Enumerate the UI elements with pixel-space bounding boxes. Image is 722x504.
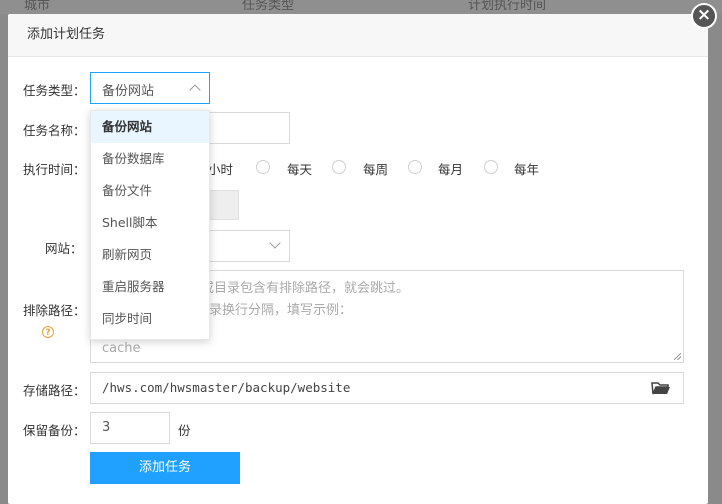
dropdown-option-shell-script[interactable]: Shell脚本: [91, 207, 209, 239]
dropdown-option-refresh-page[interactable]: 刷新网页: [91, 239, 209, 271]
radio-weekly[interactable]: [332, 160, 346, 174]
exclude-hint-line-2: 录换行分隔，填写示例：: [209, 303, 353, 318]
radio-monthly[interactable]: [408, 160, 422, 174]
background-table-header: 城市 任务类型 计划执行时间: [0, 0, 722, 14]
task-type-label: 任务类型：: [23, 83, 86, 98]
folder-open-icon[interactable]: [651, 381, 671, 396]
exec-time-label: 执行时间：: [23, 162, 86, 177]
dialog-title: 添加计划任务: [8, 14, 708, 57]
add-task-dialog: 添加计划任务 任务类型： 备份网站 任务名称： 执行时间： 小时 每天 每周 每…: [8, 14, 708, 504]
exclude-hint-line-1: 或目录包含有排除路径，就会跳过。: [201, 281, 410, 296]
storage-path-input[interactable]: /hws.com/hwsmaster/backup/website: [90, 372, 684, 404]
radio-yearly[interactable]: [484, 160, 498, 174]
chevron-down-icon: [269, 237, 281, 249]
keep-backups-unit: 份: [178, 423, 191, 438]
exclude-path-label: 排除路径：: [23, 303, 86, 318]
bg-col-city: 城市: [24, 0, 51, 13]
bg-col-schedule: 计划执行时间: [468, 0, 547, 13]
dropdown-option-sync-time[interactable]: 同步时间: [91, 303, 209, 335]
time-option-monthly-label: 每月: [438, 162, 464, 177]
resize-grip-icon[interactable]: [674, 353, 681, 360]
keep-backups-label: 保留备份：: [23, 423, 86, 438]
dropdown-option-backup-db[interactable]: 备份数据库: [91, 143, 209, 175]
radio-daily[interactable]: [256, 160, 270, 174]
dropdown-option-backup-site[interactable]: 备份网站: [91, 111, 209, 143]
keep-backups-value: 3: [102, 420, 111, 435]
website-label: 网站：: [45, 241, 83, 256]
exclude-hint-line-3: cache: [102, 341, 141, 356]
dropdown-option-restart-server[interactable]: 重启服务器: [91, 271, 209, 303]
task-type-select[interactable]: 备份网站: [90, 72, 210, 104]
task-type-value: 备份网站: [102, 84, 155, 99]
keep-backups-input[interactable]: 3: [90, 412, 170, 444]
close-button[interactable]: ×: [691, 3, 717, 29]
add-task-button[interactable]: 添加任务: [90, 452, 240, 484]
task-type-dropdown: 备份网站 备份数据库 备份文件 Shell脚本 刷新网页 重启服务器 同步时间: [90, 110, 210, 340]
task-name-label: 任务名称：: [23, 123, 86, 138]
chevron-up-icon: [189, 84, 201, 96]
time-option-daily-label: 每天: [287, 162, 313, 177]
time-option-weekly-label: 每周: [363, 162, 389, 177]
time-option-yearly-label: 每年: [514, 162, 540, 177]
help-icon[interactable]: ?: [42, 326, 54, 338]
close-icon: ×: [696, 5, 712, 25]
time-option-hour-label: 小时: [208, 162, 234, 177]
storage-path-value: /hws.com/hwsmaster/backup/website: [102, 380, 351, 395]
dropdown-option-backup-file[interactable]: 备份文件: [91, 175, 209, 207]
bg-col-task-type: 任务类型: [242, 0, 295, 13]
storage-path-label: 存储路径：: [23, 383, 86, 398]
